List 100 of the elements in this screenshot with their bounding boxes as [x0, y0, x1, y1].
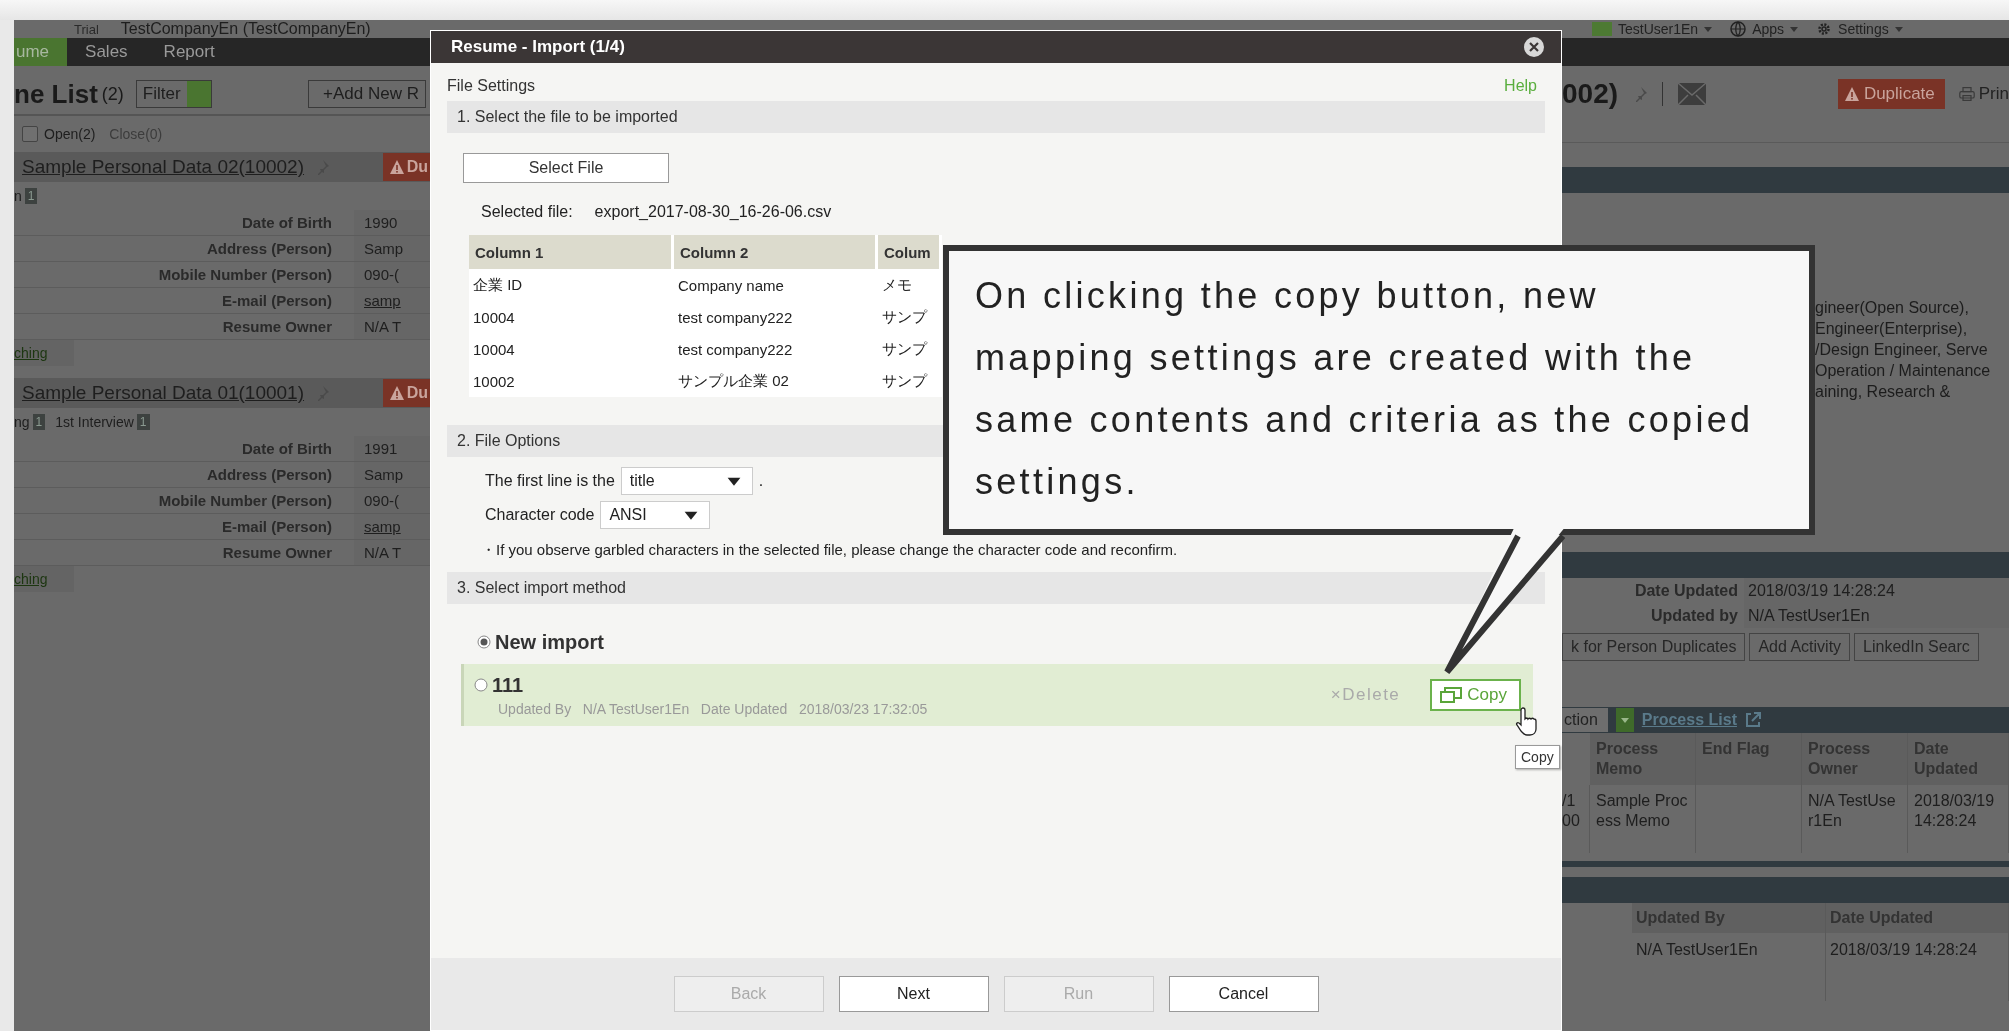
caret-icon[interactable] [1704, 26, 1713, 32]
field-label: Updated by [1649, 606, 1739, 626]
mail-icon[interactable] [1677, 82, 1708, 106]
section-heading: 3. Select import method [447, 572, 1545, 604]
action-button[interactable]: k for Person Duplicates [1562, 633, 1746, 661]
field-value: 1990 [354, 210, 430, 235]
action-button[interactable]: Add Activity [1749, 633, 1851, 661]
section-heading: 1. Select the file to be imported [447, 101, 1545, 133]
table-cell-text: サンプル企業 02 [677, 370, 790, 391]
job-category-text: /Design Engineer, Serve [1815, 340, 1989, 360]
column-header: Colum [878, 235, 942, 269]
printer-icon [1958, 86, 1975, 102]
table-cell: /1 00 [1562, 785, 1590, 853]
matching-link[interactable]: ching [14, 566, 74, 592]
nav-tab[interactable]: ume [14, 38, 68, 66]
table-cell-text: メモ [881, 274, 913, 295]
nav-tab[interactable]: Report [145, 38, 233, 66]
menu-label[interactable]: Settings [1838, 21, 1889, 37]
footer-button[interactable]: Cancel [1168, 976, 1319, 1012]
column-header: Column 1 [469, 235, 674, 269]
filter-button[interactable]: Filter [135, 80, 212, 108]
stage-label: n [14, 188, 22, 204]
field-value: Samp [354, 236, 430, 261]
note-text: ・If you observe garbled characters in the selected file, please change the character code and reconfirm. [481, 541, 1179, 560]
warning-tag[interactable]: Du [382, 379, 430, 407]
field-value: N/A T [354, 540, 430, 565]
print-button[interactable]: Prin [1958, 84, 2009, 104]
field-link[interactable]: samp [354, 514, 430, 539]
close-icon[interactable] [1523, 36, 1545, 58]
record-title: 002) [1562, 78, 1619, 110]
field-link[interactable]: samp [354, 288, 430, 313]
count-badge: 1 [24, 188, 38, 204]
field-value: Samp [354, 462, 430, 487]
select-file-button[interactable]: Select File [463, 153, 669, 183]
gear-icon[interactable] [1816, 21, 1833, 37]
add-button[interactable]: +Add New R [308, 80, 426, 108]
table-cell: Sample Process Memo [1590, 785, 1696, 853]
globe-icon[interactable] [1730, 21, 1747, 37]
warning-icon [388, 159, 405, 175]
table-cell: N/A TestUser1En [1802, 785, 1908, 853]
job-category-text: aining, Research & [1815, 382, 1952, 402]
table-cell-text: 10004 [472, 307, 516, 328]
record-link[interactable]: Sample Personal Data 02(10002) [22, 156, 304, 178]
job-category-text: Engineer(Enterprise), [1815, 319, 1969, 339]
footer-button[interactable]: Next [838, 976, 989, 1012]
duplicate-button[interactable]: Duplicate [1837, 79, 1945, 109]
action-dropdown[interactable]: ction [1562, 708, 1608, 732]
field-value: 2018/03/19 14:28:24 [1744, 578, 2009, 603]
copy-button[interactable]: Copy [1430, 679, 1521, 711]
mapping-name: 111 [492, 673, 524, 697]
menu-label[interactable]: TestUser1En [1618, 21, 1699, 37]
field-value: 1991 [354, 436, 430, 461]
warning-icon [388, 385, 405, 401]
table-cell: 2018/03/19 14:28:24 [1826, 933, 2009, 1001]
table-cell-text: 10002 [472, 371, 516, 392]
help-link[interactable]: Help [1504, 77, 1537, 95]
dropdown[interactable]: title [620, 467, 753, 495]
table-cell: 2018/03/19 14:28:24 [1908, 785, 2009, 853]
checkbox[interactable] [22, 126, 38, 142]
process-list-link[interactable]: Process List [1641, 711, 1737, 729]
filter-option[interactable]: Open(2) [44, 126, 96, 142]
file-name: export_2017-08-30_16-26-06.csv [594, 203, 832, 221]
field-value: N/A T [354, 314, 430, 339]
field-value: 090-( [354, 488, 430, 513]
count-badge: 1 [136, 414, 150, 430]
hand-cursor-icon [1515, 706, 1539, 738]
action-button[interactable]: LinkedIn Searc [1854, 633, 1979, 661]
table-cell-text: test company222 [677, 339, 794, 360]
caret-icon[interactable] [1894, 26, 1903, 32]
table-cell-text: 企業 ID [472, 274, 524, 295]
warning-icon [1843, 86, 1860, 102]
table-cell-text: サンプ [881, 370, 929, 391]
menu-label[interactable]: Apps [1752, 21, 1785, 37]
option-label: Character code [485, 506, 595, 524]
mapping-details: Updated By N/A TestUser1En Date Updated 2018/03/23 17:32:05 [497, 700, 928, 717]
matching-link[interactable]: ching [14, 340, 74, 366]
radio-button[interactable] [477, 635, 491, 649]
warning-tag[interactable]: Du [382, 153, 430, 181]
external-link-icon[interactable] [1744, 712, 1761, 728]
list-count: (2) [101, 83, 124, 105]
section-title: File Settings [447, 77, 536, 95]
stage-label: 1st Interview [55, 414, 134, 430]
option-label: The first line is the [485, 472, 615, 490]
nav-tab[interactable]: Sales [67, 38, 146, 66]
dialog-title: Resume - Import (1/4) [451, 37, 625, 57]
delete-link[interactable]: ×Delete [1330, 685, 1401, 705]
column-header: Column 2 [674, 235, 878, 269]
field-label: Date Updated [1633, 581, 1739, 601]
record-link[interactable]: Sample Personal Data 01(10001) [22, 382, 304, 404]
dropdown[interactable]: ANSI [600, 501, 711, 529]
company-name: TestCompanyEn (TestCompanyEn) [120, 20, 371, 38]
radio-button[interactable] [474, 678, 488, 692]
caret-icon[interactable] [1790, 26, 1799, 32]
table-cell-text: 10004 [472, 339, 516, 360]
field-value: 090-( [354, 262, 430, 287]
list-title: ne List [14, 78, 98, 110]
tooltip: Copy [1515, 745, 1560, 769]
option-label[interactable]: New import [495, 630, 604, 654]
table-cell-text: サンプ [881, 306, 929, 327]
count-badge: 1 [32, 414, 46, 430]
